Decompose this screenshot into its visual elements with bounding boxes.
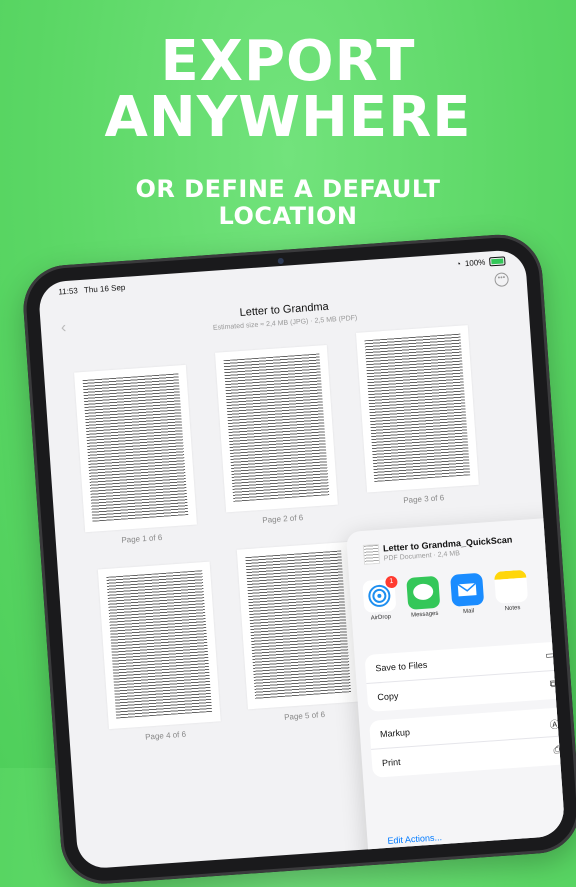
printer-icon: ⎙ [553, 744, 562, 757]
camera [277, 257, 284, 265]
save-to-files-label: Save to Files [375, 659, 428, 674]
subheadline-line2: LOCATION [218, 202, 358, 230]
headline-line2: ANYWHERE [104, 85, 472, 150]
battery-percentage: 100% [464, 257, 486, 269]
battery-icon [489, 256, 506, 267]
headline: EXPORT ANYWHERE [0, 34, 576, 146]
subheadline: OR DEFINE A DEFAULT LOCATION [0, 176, 576, 230]
share-app-mail[interactable]: Mail [447, 572, 488, 616]
subheadline-line1: OR DEFINE A DEFAULT [135, 175, 441, 203]
airdrop-icon: 1 [362, 575, 398, 613]
page-label-5: Page 5 of 6 [283, 710, 326, 722]
page-label-2: Page 2 of 6 [262, 513, 304, 525]
copy-icon: ⧉ [549, 678, 558, 691]
ipad-screen: 11:53 Thu 16 Sep ◔ 100% ‹ Letter to Gran… [37, 248, 566, 870]
status-date: Thu 16 Sep [83, 282, 126, 295]
airdrop-badge: 1 [385, 575, 398, 589]
print-label: Print [381, 756, 401, 769]
notes-icon [493, 569, 529, 604]
wifi-icon: ◔ [455, 259, 462, 269]
action-group-2: Markup Ⓐ Print ⎙ [369, 706, 566, 778]
action-group-1: Save to Files ▭ Copy ⧉ [364, 641, 566, 712]
page-thumbnail-2[interactable] [215, 344, 338, 513]
page-thumbnail-5[interactable] [236, 541, 360, 710]
page-thumbnail-4[interactable] [97, 561, 221, 730]
mail-icon [450, 572, 485, 607]
markup-icon: Ⓐ [549, 719, 561, 732]
page-label-1: Page 1 of 6 [121, 532, 163, 545]
page-label-3: Page 3 of 6 [402, 493, 445, 505]
share-app-airdrop[interactable]: 1 AirDrop [359, 575, 400, 623]
app-label-mail: Mail [462, 608, 475, 616]
share-sheet: Letter to Grandma_QuickScan PDF Document… [345, 516, 566, 870]
edit-actions-link[interactable]: Edit Actions... [387, 832, 442, 846]
app-label-notes: Notes [504, 605, 521, 613]
folder-icon: ▭ [545, 649, 556, 662]
page-label-4: Page 4 of 6 [144, 729, 187, 742]
share-app-messages[interactable]: Messages [403, 575, 444, 620]
copy-label: Copy [377, 690, 399, 703]
document-thumbnail [362, 543, 381, 565]
messages-icon [406, 575, 441, 610]
more-options-icon[interactable]: ••• [494, 272, 510, 288]
share-app-notes[interactable]: Notes [491, 569, 532, 613]
status-time: 11:53 [58, 286, 79, 297]
page-thumbnail-3[interactable] [355, 325, 479, 493]
page-thumbnail-1[interactable] [74, 364, 197, 533]
app-label-airdrop: AirDrop [370, 614, 392, 622]
app-label-messages: Messages [410, 610, 439, 619]
ipad-frame: 11:53 Thu 16 Sep ◔ 100% ‹ Letter to Gran… [20, 231, 576, 887]
markup-label: Markup [379, 727, 411, 740]
share-app-row: 1 AirDrop Messages Mail Notes [359, 567, 565, 642]
headline-line1: EXPORT [160, 29, 416, 94]
